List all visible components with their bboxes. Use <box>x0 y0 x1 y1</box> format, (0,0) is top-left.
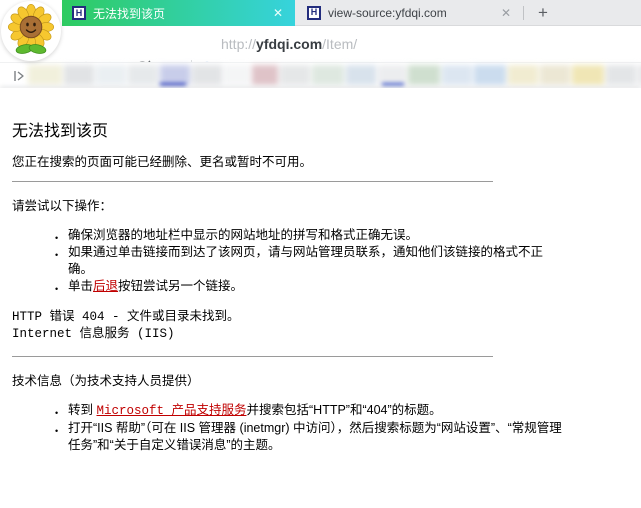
bookmarks-collapse-icon[interactable] <box>10 67 28 85</box>
bookmark-item[interactable] <box>224 65 250 85</box>
avatar[interactable] <box>1 1 61 61</box>
divider <box>12 181 493 182</box>
suggestion-text: 单击 <box>68 279 93 293</box>
close-icon[interactable]: ✕ <box>501 7 511 19</box>
close-icon[interactable]: ✕ <box>273 7 283 19</box>
address-bar[interactable]: http://yfdqi.com/Item/ <box>221 26 357 62</box>
tab-favicon: H <box>72 6 86 20</box>
tech-heading: 技术信息（为技术支持人员提供） <box>12 373 629 390</box>
suggestion-item: 如果通过单击链接而到达了该网页，请与网站管理员联系，通知他们该链接的格式不正确。 <box>68 244 565 278</box>
tech-item: 转到 Microsoft 产品支持服务并搜索包括“HTTP”和“404”的标题。 <box>68 402 565 420</box>
suggestion-item: 单击后退按钮尝试另一个链接。 <box>68 278 565 295</box>
tech-text: 转到 <box>68 403 96 417</box>
url-host: yfdqi.com <box>256 36 322 52</box>
bookmark-item[interactable] <box>128 65 158 85</box>
tab-view-source[interactable]: H view-source:yfdqi.com ✕ <box>295 0 523 25</box>
new-tab-button[interactable]: + <box>524 1 562 25</box>
blurred-bookmark-items[interactable] <box>28 65 641 87</box>
suggestion-text: 确保浏览器的地址栏中显示的网站地址的拼写和格式正确无误。 <box>68 228 418 242</box>
bookmark-item[interactable] <box>346 65 376 85</box>
divider <box>12 356 493 357</box>
bookmarks-bar <box>0 62 641 89</box>
tab-strip: H 无法找到该页 ✕ H view-source:yfdqi.com ✕ + <box>0 0 641 26</box>
bookmark-item[interactable] <box>160 65 190 85</box>
error-page: 无法找到该页 您正在搜索的页面可能已经删除、更名或暂时不可用。 请尝试以下操作：… <box>0 88 641 508</box>
suggestion-text: 按钮尝试另一个链接。 <box>118 279 243 293</box>
tech-list: 转到 Microsoft 产品支持服务并搜索包括“HTTP”和“404”的标题。… <box>12 402 565 454</box>
page-title: 无法找到该页 <box>12 117 629 141</box>
sunflower-icon <box>1 1 61 61</box>
back-link[interactable]: 后退 <box>93 279 118 293</box>
tech-text: 并搜索包括“HTTP”和“404”的标题。 <box>247 403 442 417</box>
bookmark-item[interactable] <box>64 65 94 85</box>
tech-item: 打开“IIS 帮助”（可在 IIS 管理器 (inetmgr) 中访问），然后搜… <box>68 420 565 454</box>
navigation-bar: http://yfdqi.com/Item/ <box>0 26 641 62</box>
bookmark-item[interactable] <box>442 65 472 85</box>
bookmark-item[interactable] <box>606 65 636 85</box>
bookmark-underline-smear <box>160 83 186 86</box>
bookmark-item[interactable] <box>312 65 344 85</box>
url-path: /Item/ <box>322 36 357 52</box>
bookmark-item[interactable] <box>378 65 406 85</box>
tab-title: 无法找到该页 <box>93 5 253 22</box>
suggestion-text: 如果通过单击链接而到达了该网页，请与网站管理员联系，通知他们该链接的格式不正确。 <box>68 245 543 276</box>
suggestion-item: 确保浏览器的地址栏中显示的网站地址的拼写和格式正确无误。 <box>68 227 565 244</box>
bookmark-item[interactable] <box>408 65 440 85</box>
microsoft-support-link[interactable]: Microsoft 产品支持服务 <box>96 404 246 418</box>
tab-strip-right: H view-source:yfdqi.com ✕ + <box>295 0 641 26</box>
browser-window: H 无法找到该页 ✕ H view-source:yfdqi.com ✕ + <box>0 0 641 508</box>
bookmark-item[interactable] <box>280 65 310 85</box>
bookmark-item[interactable] <box>192 65 222 85</box>
server-line: Internet 信息服务 (IIS) <box>12 326 629 343</box>
error-subtitle: 您正在搜索的页面可能已经删除、更名或暂时不可用。 <box>12 154 629 171</box>
tab-error-page[interactable]: H 无法找到该页 ✕ <box>62 0 295 26</box>
tab-title: view-source:yfdqi.com <box>328 6 468 20</box>
bookmark-item[interactable] <box>572 65 604 85</box>
url-protocol: http:// <box>221 36 256 52</box>
attempts-heading: 请尝试以下操作： <box>12 198 629 215</box>
bookmark-item[interactable] <box>540 65 570 85</box>
bookmark-item[interactable] <box>252 65 278 85</box>
tab-favicon: H <box>307 6 321 20</box>
bookmark-item[interactable] <box>474 65 506 85</box>
bookmark-item[interactable] <box>508 65 538 85</box>
http-status-line: HTTP 错误 404 - 文件或目录未找到。 <box>12 309 629 326</box>
bookmark-item[interactable] <box>96 65 126 85</box>
bookmark-item[interactable] <box>28 65 62 85</box>
suggestion-list: 确保浏览器的地址栏中显示的网站地址的拼写和格式正确无误。 如果通过单击链接而到达… <box>12 227 565 295</box>
tech-text: 打开“IIS 帮助”（可在 IIS 管理器 (inetmgr) 中访问），然后搜… <box>68 421 562 452</box>
bookmark-underline-smear <box>382 83 404 86</box>
